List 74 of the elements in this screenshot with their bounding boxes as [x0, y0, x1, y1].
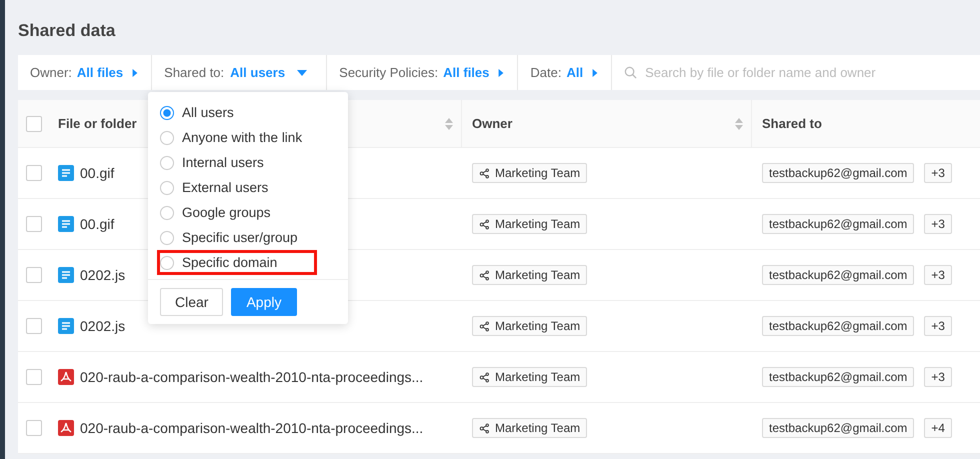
- pdf-icon: [58, 420, 74, 436]
- caret-right-icon: [131, 68, 140, 78]
- radio-option[interactable]: Specific domain: [157, 250, 317, 275]
- document-icon: [58, 216, 74, 232]
- row-checkbox[interactable]: [26, 420, 42, 436]
- radio-button[interactable]: [160, 156, 174, 170]
- file-name: 00.gif: [80, 165, 114, 181]
- owner-tag: Marketing Team: [472, 367, 588, 387]
- search-field[interactable]: Search by file or folder name and owner: [643, 64, 968, 81]
- radio-button[interactable]: [160, 130, 174, 144]
- sort-icon[interactable]: [735, 116, 743, 130]
- radio-option[interactable]: External users: [157, 175, 317, 200]
- email-tag: testbackup62@gmail.com: [762, 214, 914, 234]
- more-count-tag[interactable]: +3: [924, 316, 952, 336]
- share-icon: [479, 372, 490, 382]
- caret-right-icon: [591, 68, 600, 78]
- radio-option[interactable]: Specific user/group: [157, 225, 317, 250]
- email-tag: testbackup62@gmail.com: [762, 367, 914, 387]
- email-tag: testbackup62@gmail.com: [762, 163, 914, 183]
- email-tag: testbackup62@gmail.com: [762, 418, 914, 438]
- filter-dropdown[interactable]: Owner: All files: [18, 55, 152, 90]
- email-tag: testbackup62@gmail.com: [762, 265, 914, 285]
- file-name: 020-raub-a-comparison-wealth-2010-nta-proceedings...: [80, 369, 424, 385]
- column-header: File or folder: [58, 116, 137, 131]
- column-header: Shared to: [762, 116, 822, 131]
- row-checkbox[interactable]: [26, 216, 42, 232]
- document-icon: [58, 267, 74, 283]
- share-icon: [479, 270, 490, 280]
- radio-option[interactable]: Google groups: [157, 200, 317, 225]
- page-title: Shared data: [18, 20, 116, 42]
- filter-dropdown[interactable]: Shared to: All users: [152, 55, 328, 90]
- more-count-tag[interactable]: +4: [924, 418, 952, 438]
- owner-tag: Marketing Team: [472, 265, 588, 285]
- more-count-tag[interactable]: +3: [924, 214, 952, 234]
- radio-button[interactable]: [160, 180, 174, 194]
- radio-button[interactable]: [160, 230, 174, 244]
- filter-dropdown[interactable]: Security Policies: All files: [327, 55, 518, 90]
- row-checkbox[interactable]: [26, 369, 42, 385]
- radio-button[interactable]: [160, 256, 174, 270]
- file-name: 00.gif: [80, 216, 114, 232]
- file-name: 0202.js: [80, 318, 126, 334]
- radio-button[interactable]: [160, 106, 174, 120]
- row-checkbox[interactable]: [26, 267, 42, 283]
- document-icon: [58, 318, 74, 334]
- pdf-icon: [58, 369, 74, 385]
- column-header: Owner: [472, 116, 512, 131]
- file-name: 0202.js: [80, 267, 126, 283]
- filter-dropdown[interactable]: Date: All: [518, 55, 612, 90]
- owner-tag: Marketing Team: [472, 316, 588, 336]
- more-count-tag[interactable]: +3: [924, 163, 952, 183]
- share-icon: [479, 168, 490, 178]
- row-checkbox[interactable]: [26, 165, 42, 181]
- share-icon: [479, 218, 490, 230]
- owner-tag: Marketing Team: [472, 163, 588, 183]
- caret-down-icon: [297, 68, 308, 78]
- radio-option[interactable]: All users: [157, 100, 317, 125]
- more-count-tag[interactable]: +3: [924, 367, 952, 387]
- radio-button[interactable]: [160, 206, 174, 220]
- select-all-checkbox[interactable]: [26, 116, 42, 132]
- more-count-tag[interactable]: +3: [924, 265, 952, 285]
- owner-tag: Marketing Team: [472, 214, 588, 234]
- clear-button[interactable]: Clear: [160, 288, 224, 316]
- radio-option[interactable]: Anyone with the link: [157, 125, 317, 150]
- share-icon: [479, 422, 490, 434]
- sort-icon[interactable]: [445, 116, 453, 130]
- file-name: 020-raub-a-comparison-wealth-2010-nta-proceedings...: [80, 420, 424, 436]
- radio-option[interactable]: Internal users: [157, 150, 317, 175]
- search-icon: [624, 66, 638, 79]
- owner-tag: Marketing Team: [472, 418, 588, 438]
- email-tag: testbackup62@gmail.com: [762, 316, 914, 336]
- row-checkbox[interactable]: [26, 318, 42, 334]
- caret-right-icon: [497, 68, 506, 78]
- document-icon: [58, 165, 74, 181]
- share-icon: [479, 320, 490, 332]
